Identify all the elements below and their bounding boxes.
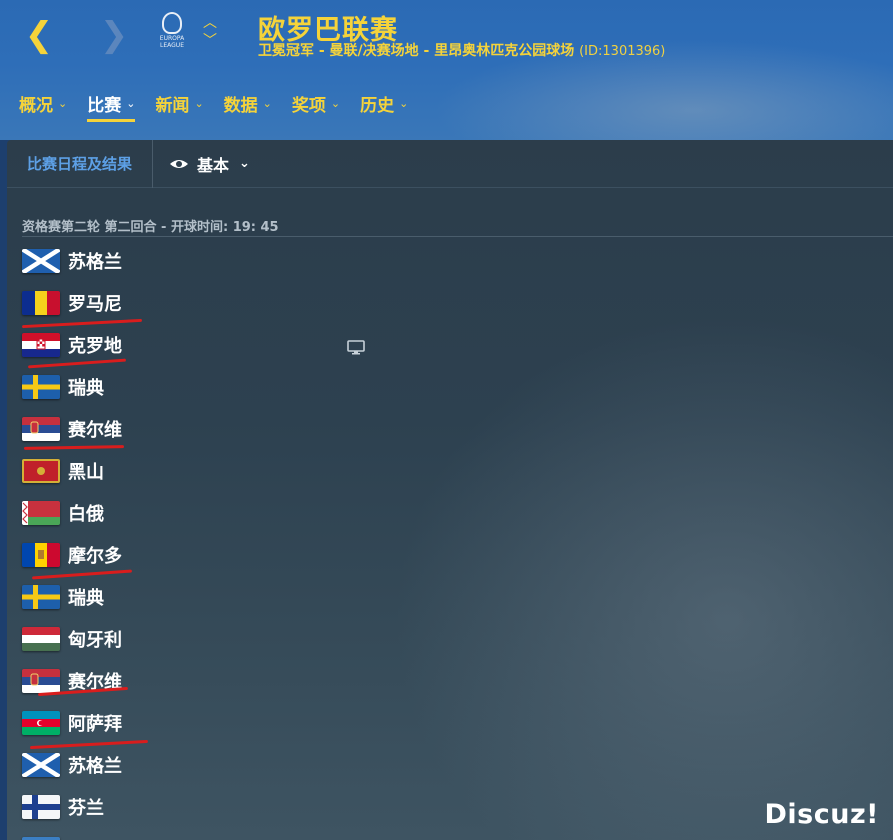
menu-item-label: 新闻: [155, 95, 190, 116]
logo-text: EUROPA LEAGUE: [159, 35, 185, 49]
team-row[interactable]: 摩尔多: [22, 534, 882, 576]
switch-competition-button[interactable]: ︿ ﹀: [200, 14, 220, 52]
team-row[interactable]: 爱沙尼: [22, 828, 882, 840]
chevron-down-icon: ⌄: [58, 96, 68, 110]
chevron-down-icon: ⌄: [330, 96, 341, 110]
page-subtitle: 卫冕冠军 - 曼联/决赛场地 - 里昂奥林匹克公园球场 (ID:1301396): [258, 40, 665, 60]
sweden-flag-icon: [22, 375, 60, 399]
tab-fixtures-results[interactable]: 比赛日程及结果: [7, 140, 154, 188]
belarus-flag-icon: [22, 501, 60, 525]
chevron-up-icon: ︿: [203, 15, 217, 31]
menu-item-label: 概况: [19, 95, 53, 116]
croatia-flag-icon: [22, 333, 60, 357]
team-name[interactable]: 瑞典: [68, 584, 104, 610]
team-row[interactable]: 苏格兰: [22, 744, 882, 786]
team-row[interactable]: 瑞典: [22, 576, 882, 618]
menu-item-history[interactable]: 历史 ⌄: [350, 84, 418, 122]
tv-icon[interactable]: [347, 340, 365, 355]
menu-item-matches[interactable]: 比赛 ⌄: [77, 84, 145, 122]
team-name[interactable]: 黑山: [68, 458, 104, 484]
main-menu: 概况 ⌄ 比赛 ⌄ 新闻 ⌄ 数据 ⌄ 奖项 ⌄ 历史 ⌄: [0, 84, 418, 124]
team-name[interactable]: 爱沙尼: [68, 836, 122, 840]
menu-item-label: 奖项: [291, 95, 326, 116]
team-name[interactable]: 瑞典: [68, 374, 104, 400]
team-list: 苏格兰罗马尼克罗地瑞典赛尔维黑山白俄摩尔多瑞典匈牙利赛尔维阿萨拜苏格兰芬兰爱沙尼: [22, 240, 882, 840]
competition-id: (ID:1301396): [579, 44, 666, 59]
fixtures-panel: 比赛日程及结果 基本 ⌄ 资格赛第二轮 第二回合 - 开球时间: 19: 45 …: [7, 140, 893, 840]
team-name[interactable]: 阿萨拜: [68, 710, 122, 736]
chevron-down-icon: ⌄: [262, 96, 272, 110]
divider: [22, 236, 893, 237]
chevron-right-icon: ❯: [99, 15, 129, 55]
team-row[interactable]: 瑞典: [22, 366, 882, 408]
subtitle-text: 卫冕冠军 - 曼联/决赛场地 - 里昂奥林匹克公园球场: [258, 43, 575, 59]
team-row[interactable]: 黑山: [22, 450, 882, 492]
chevron-left-icon: ❮: [24, 15, 54, 55]
scotland-flag-icon: [22, 249, 60, 273]
back-button[interactable]: ❮: [24, 18, 54, 52]
menu-item-label: 比赛: [87, 95, 122, 116]
team-name[interactable]: 白俄: [68, 500, 104, 526]
team-row[interactable]: 芬兰: [22, 786, 882, 828]
moldova-flag-icon: [22, 543, 60, 567]
trophy-icon: [162, 12, 182, 34]
team-row[interactable]: 赛尔维: [22, 660, 882, 702]
sweden-flag-icon: [22, 585, 60, 609]
montenegro-flag-icon: [22, 459, 60, 483]
chevron-down-icon: ⌄: [126, 96, 136, 110]
chevron-down-icon: ⌄: [239, 156, 250, 171]
view-selector[interactable]: 基本 ⌄: [153, 152, 250, 176]
watermark: Discuz!: [764, 799, 879, 830]
team-name[interactable]: 赛尔维: [68, 416, 122, 442]
team-row[interactable]: 苏格兰: [22, 240, 882, 282]
menu-item-news[interactable]: 新闻 ⌄: [145, 84, 213, 122]
team-row[interactable]: 克罗地: [22, 324, 882, 366]
team-name[interactable]: 罗马尼: [68, 290, 122, 316]
eye-icon: [170, 159, 189, 168]
menu-item-stats[interactable]: 数据 ⌄: [214, 84, 282, 122]
finland-flag-icon: [22, 795, 60, 819]
menu-item-label: 历史: [360, 95, 395, 116]
team-name[interactable]: 匈牙利: [68, 626, 122, 652]
round-header: 资格赛第二轮 第二回合 - 开球时间: 19: 45: [22, 220, 279, 235]
team-row[interactable]: 阿萨拜: [22, 702, 882, 744]
team-name[interactable]: 苏格兰: [68, 752, 122, 778]
team-name[interactable]: 芬兰: [68, 794, 104, 820]
team-name[interactable]: 摩尔多: [68, 542, 122, 568]
view-label: 基本: [197, 155, 230, 175]
europa-league-logo: EUROPA LEAGUE: [155, 12, 189, 54]
team-row[interactable]: 罗马尼: [22, 282, 882, 324]
chevron-down-icon: ﹀: [203, 33, 217, 49]
team-name[interactable]: 苏格兰: [68, 248, 122, 274]
team-row[interactable]: 匈牙利: [22, 618, 882, 660]
team-row[interactable]: 白俄: [22, 492, 882, 534]
scotland-flag-icon: [22, 753, 60, 777]
chevron-down-icon: ⌄: [194, 96, 204, 110]
azerbaijan-flag-icon: [22, 711, 60, 735]
menu-item-overview[interactable]: 概况 ⌄: [0, 84, 77, 122]
team-name[interactable]: 克罗地: [68, 332, 122, 358]
romania-flag-icon: [22, 291, 60, 315]
menu-item-label: 数据: [223, 95, 258, 116]
panel-toolbar: 比赛日程及结果 基本 ⌄: [7, 140, 893, 188]
forward-button[interactable]: ❯: [99, 18, 129, 52]
serbia-flag-icon: [22, 669, 60, 693]
hungary-flag-icon: [22, 627, 60, 651]
chevron-down-icon: ⌄: [399, 96, 409, 110]
serbia-flag-icon: [22, 417, 60, 441]
competition-header: ❮ ❯ EUROPA LEAGUE ︿ ﹀ 欧罗巴联赛 卫冕冠军 - 曼联/决赛…: [0, 0, 893, 140]
team-row[interactable]: 赛尔维: [22, 408, 882, 450]
menu-item-awards[interactable]: 奖项 ⌄: [282, 84, 350, 122]
